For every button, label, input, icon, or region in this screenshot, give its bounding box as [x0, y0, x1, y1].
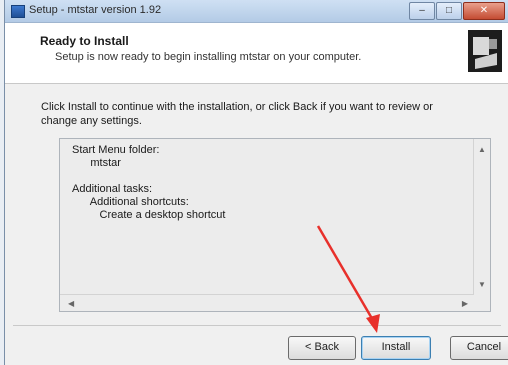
additional-shortcuts-label: Additional shortcuts: [89, 196, 189, 208]
page-title: Ready to Install [40, 34, 129, 48]
desktop-shortcut-item: Create a desktop shortcut [99, 209, 226, 221]
page-subtitle: Setup is now ready to begin installing m… [55, 51, 362, 63]
install-button[interactable]: Install [361, 336, 431, 360]
installer-computer-icon [468, 30, 502, 72]
back-button[interactable]: < Back [288, 336, 356, 360]
button-divider [13, 325, 501, 326]
summary-content: Start Menu folder: mtstar Additional tas… [72, 144, 225, 222]
wizard-header: Ready to Install Setup is now ready to b… [5, 23, 508, 84]
close-button[interactable]: ✕ [463, 2, 505, 20]
scroll-left-icon[interactable]: ◀ [68, 297, 74, 310]
setup-app-icon [11, 5, 25, 18]
maximize-button[interactable]: □ [436, 2, 462, 20]
minimize-button[interactable]: – [409, 2, 435, 20]
scroll-up-icon[interactable]: ▲ [478, 143, 486, 156]
instructions-text: Click Install to continue with the insta… [41, 101, 433, 127]
start-menu-value: mtstar [90, 157, 121, 169]
additional-tasks-label: Additional tasks: [72, 183, 153, 195]
settings-summary-box[interactable]: Start Menu folder: mtstar Additional tas… [59, 138, 491, 312]
scroll-down-icon[interactable]: ▼ [478, 278, 486, 291]
start-menu-label: Start Menu folder: [72, 144, 160, 156]
window-title: Setup - mtstar version 1.92 [29, 4, 162, 16]
setup-window: Setup - mtstar version 1.92 – □ ✕ Ready … [4, 0, 508, 365]
horizontal-scrollbar[interactable]: ◀ ▶ [60, 294, 474, 311]
vertical-scrollbar[interactable]: ▲ ▼ [473, 139, 490, 295]
cancel-button[interactable]: Cancel [450, 336, 508, 360]
scroll-right-icon[interactable]: ▶ [462, 297, 468, 310]
title-bar[interactable]: Setup - mtstar version 1.92 – □ ✕ [5, 0, 508, 23]
title-bar-buttons: – □ ✕ [409, 2, 505, 20]
